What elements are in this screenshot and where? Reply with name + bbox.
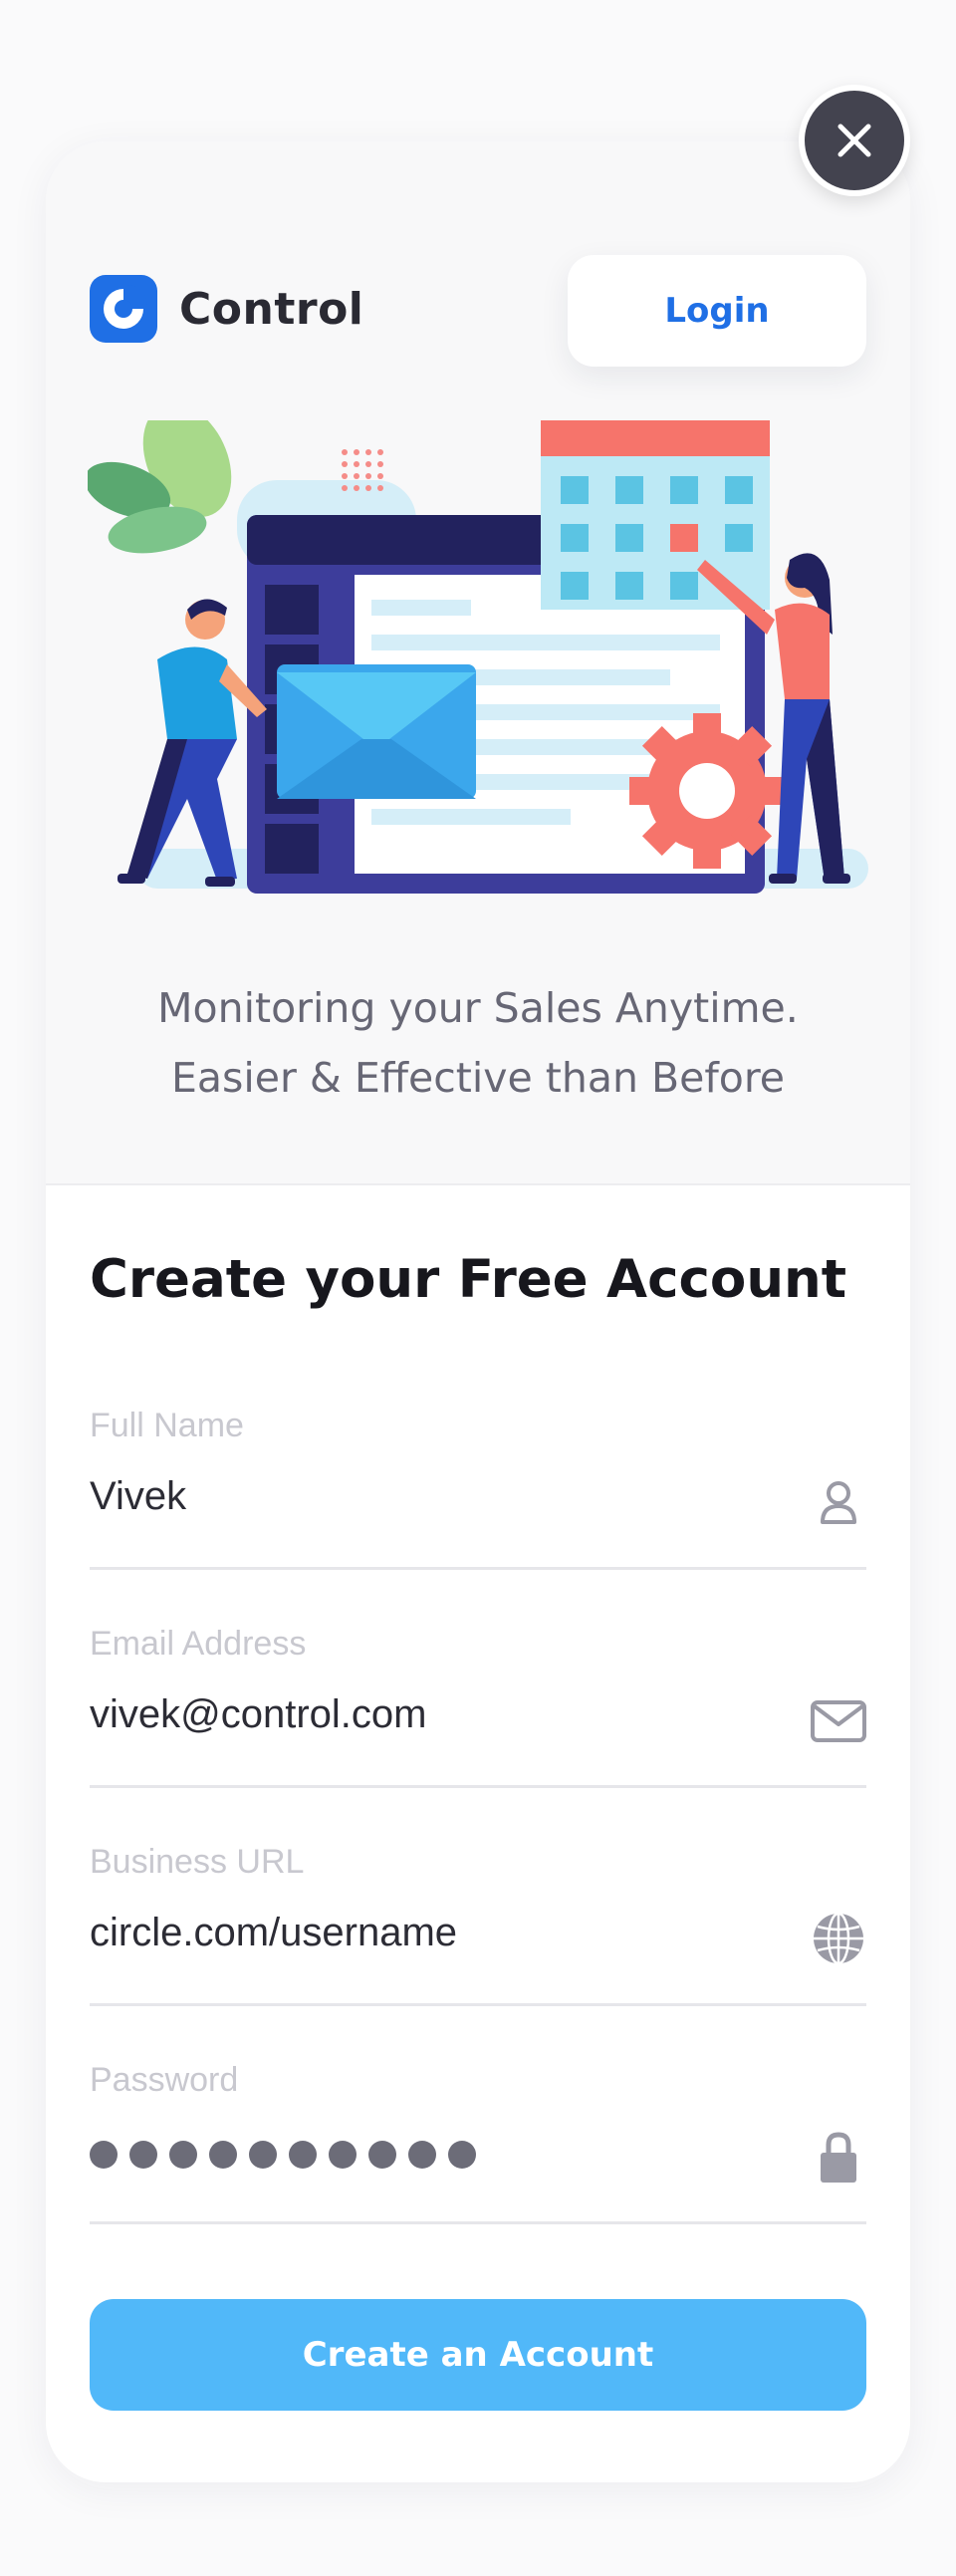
close-icon	[837, 124, 871, 157]
globe-icon	[814, 1912, 863, 1965]
lock-icon	[821, 2132, 856, 2183]
tagline-line-2: Easier & Effective than Before	[170, 1054, 786, 1102]
hero-tagline: Monitoring your Sales Anytime. Easier & …	[46, 973, 910, 1113]
business-url-input[interactable]	[90, 1911, 767, 1955]
business-url-label: Business URL	[90, 1843, 305, 1881]
password-label: Password	[90, 2061, 239, 2099]
close-button[interactable]	[799, 85, 910, 196]
full-name-underline	[90, 1567, 866, 1570]
sales-dashboard-illustration	[88, 420, 868, 894]
business-url-underline	[90, 2003, 866, 2006]
password-underline	[90, 2221, 866, 2224]
email-field: Email Address	[90, 1625, 866, 1788]
signup-card: Control Login Monitoring your Sales Anyt…	[46, 141, 910, 2482]
control-logo-icon	[90, 275, 157, 343]
brand-name: Control	[179, 283, 364, 335]
create-account-button[interactable]: Create an Account	[90, 2299, 866, 2411]
tagline-line-1: Monitoring your Sales Anytime.	[157, 984, 799, 1032]
email-underline	[90, 1785, 866, 1788]
envelope-icon	[811, 1700, 866, 1742]
form-title: Create your Free Account	[90, 1249, 847, 1310]
user-icon	[821, 1481, 856, 1524]
card-header-section: Control Login Monitoring your Sales Anyt…	[46, 141, 910, 1185]
password-field[interactable]: Password	[90, 2061, 866, 2224]
email-input[interactable]	[90, 1692, 767, 1737]
login-button[interactable]: Login	[568, 255, 866, 367]
email-label: Email Address	[90, 1625, 307, 1663]
password-masked-value[interactable]	[90, 2141, 476, 2169]
full-name-label: Full Name	[90, 1407, 244, 1444]
full-name-input[interactable]	[90, 1474, 767, 1519]
brand: Control	[90, 275, 363, 343]
business-url-field: Business URL	[90, 1843, 866, 2006]
full-name-field: Full Name	[90, 1407, 866, 1570]
